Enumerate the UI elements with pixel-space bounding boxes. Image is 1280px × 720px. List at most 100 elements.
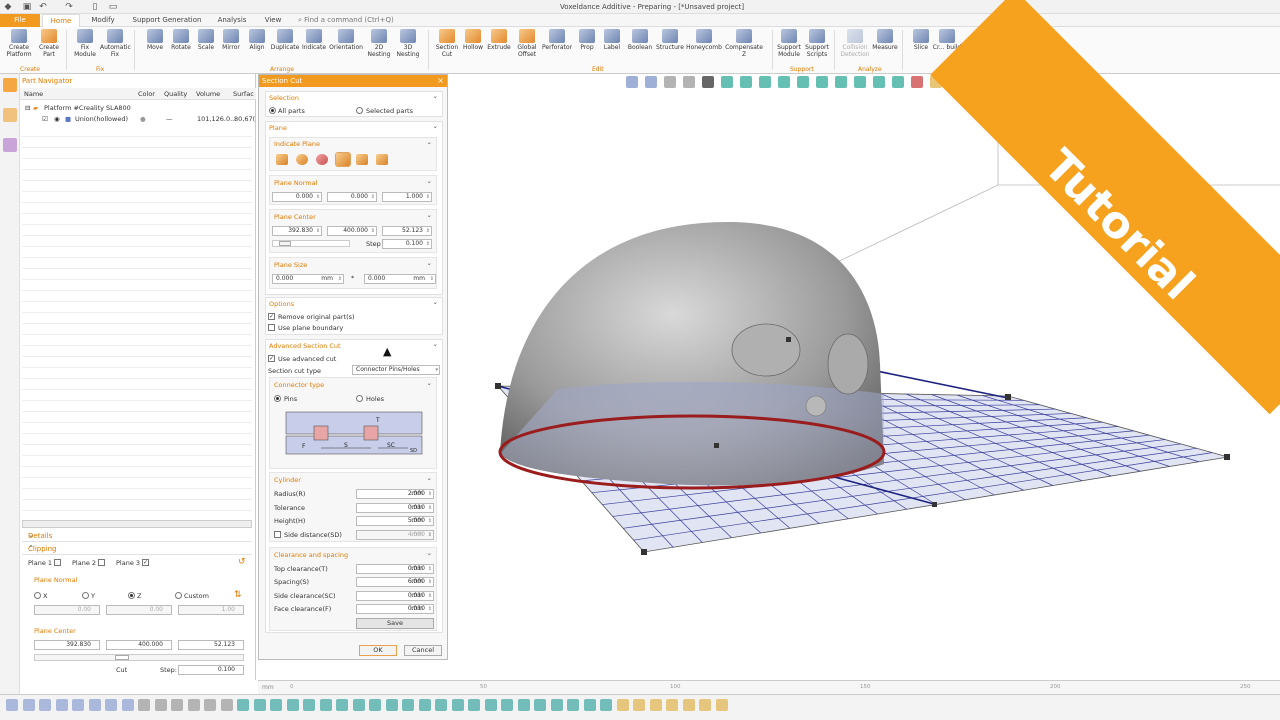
toolbar-icon[interactable] [418,699,431,711]
spinner-icon[interactable]: ⇕ [426,227,430,235]
spinner-icon[interactable]: ⇕ [426,240,430,248]
reset-icon[interactable]: ↺ [238,557,246,567]
normal-z-input[interactable]: 1.000 ⇕ [382,192,432,202]
center-z-input[interactable]: 52.123 ⇕ [382,226,432,236]
chevron-down-icon[interactable]: ⌄ [433,340,438,348]
side-distance-checkbox[interactable] [274,531,281,538]
chevron-down-icon[interactable]: ⌄ [433,298,438,306]
holes-radio[interactable] [356,395,363,402]
toolbar-icon[interactable] [303,699,315,711]
view-tool-icon[interactable] [797,76,809,88]
horizontal-scrollbar[interactable] [22,520,252,528]
new-file-icon[interactable]: ▯ [90,2,100,12]
plane-handle[interactable] [641,549,647,555]
create-platform-button[interactable]: Create Platform [4,29,34,58]
spinner-icon[interactable]: ⇕ [430,275,434,283]
view-tool-icon[interactable] [816,76,828,88]
step-field[interactable]: 0.100 [178,665,244,675]
label-button[interactable]: Label [597,29,627,51]
align-button[interactable]: Align [242,29,272,51]
toolbar-icon[interactable] [600,699,612,711]
pins-radio[interactable] [274,395,281,402]
normal-y-input[interactable]: 0.000 ⇕ [327,192,377,202]
toolbar-icon[interactable] [699,699,711,711]
slider-thumb[interactable] [279,241,291,246]
center-x-field[interactable]: 392.830 [34,640,100,650]
plane-handle[interactable] [714,443,719,448]
spinner-icon[interactable]: ⇕ [428,578,432,586]
open-folder-icon[interactable]: ▭ [108,2,118,12]
spinner-icon[interactable]: ⇕ [428,504,432,512]
side-distance-input[interactable]: 4.000 mm ⇕ [356,530,434,540]
toolbar-icon[interactable] [121,699,134,711]
command-search[interactable]: ⌕ Find a command (Ctrl+Q) [298,15,418,26]
perforator-button[interactable]: Perforator [541,29,573,51]
plane-handle[interactable] [1224,454,1230,460]
use-advanced-cut-checkbox[interactable]: ✓ [268,355,275,362]
create-part-button[interactable]: Create Part [34,29,64,58]
view-tool-icon[interactable] [778,76,790,88]
honeycomb-button[interactable]: Honeycomb [686,29,722,51]
tab-file[interactable]: File [0,14,40,27]
toolbar-icon[interactable] [319,699,332,711]
toolbar-icon[interactable] [72,699,84,711]
normal-z-field[interactable]: 1.00 [178,605,244,615]
tolerance-input[interactable]: 0.010 mm ⇕ [356,503,434,513]
face-clearance-input[interactable]: 0.010 mm ⇕ [356,604,434,614]
toolbar-icon[interactable] [39,699,51,711]
toolbar-icon[interactable] [88,699,101,711]
spinner-icon[interactable]: ⇕ [426,193,430,201]
view-tool-icon[interactable] [930,76,942,88]
close-icon[interactable]: × [437,75,444,87]
boolean-button[interactable]: Boolean [625,29,655,51]
create-build-button[interactable]: Cr... build [932,29,962,51]
tree-row-platform[interactable]: ⊟ ▰ Platform #Creality SLA800 [20,102,256,113]
height-input[interactable]: 5.000 mm ⇕ [356,516,434,526]
toolbar-icon[interactable] [352,699,365,711]
spinner-icon[interactable]: ⇕ [428,531,432,539]
spinner-icon[interactable]: ⇕ [316,193,320,201]
view-tool-icon[interactable] [702,76,714,88]
center-slider[interactable] [272,240,350,247]
measure-button[interactable]: Measure [870,29,900,51]
column-name[interactable]: Name [24,90,43,98]
clipping-section[interactable]: Clipping ⌃ [22,543,252,555]
spinner-icon[interactable]: ⇕ [428,592,432,600]
toolbar-icon[interactable] [616,699,629,711]
save-icon[interactable]: ▣ [22,2,32,12]
automatic-fix-button[interactable]: Automatic Fix [100,29,131,58]
tab-plane-1[interactable]: Plane 1 [28,559,52,567]
toolbar-icon[interactable] [105,699,117,711]
extrude-button[interactable]: Extrude [484,29,514,51]
view-tool-icon[interactable] [740,76,752,88]
toolbar-icon[interactable] [187,699,200,711]
tab-plane-3[interactable]: Plane 3 [116,559,140,567]
chevron-down-icon[interactable]: ⌄ [433,122,438,130]
normal-x-input[interactable]: 0.000 ⇕ [272,192,322,202]
selected-parts-radio[interactable] [356,107,363,114]
collision-detection-button[interactable]: Collision Detection [838,29,872,58]
spacing-input[interactable]: 6.000 mm ⇕ [356,577,434,587]
support-scripts-button[interactable]: Support Scripts [802,29,832,58]
redo-icon[interactable]: ↷ [64,2,74,12]
toolbar-icon[interactable] [270,699,282,711]
top-clearance-input[interactable]: 0.010 mm ⇕ [356,564,434,574]
center-x-input[interactable]: 392.830 ⇕ [272,226,322,236]
toolbar-icon[interactable] [237,699,249,711]
toolbar-icon[interactable] [649,699,662,711]
section-cut-type-select[interactable]: Connector Pins/Holes ▾ [352,365,440,375]
view-tool-icon[interactable] [683,76,695,88]
column-surface[interactable]: Surfac [233,90,254,98]
step-input[interactable]: 0.100 ⇕ [382,239,432,249]
toolbar-icon[interactable] [550,699,563,711]
ok-button[interactable]: OK [359,645,397,656]
slider-thumb[interactable] [115,655,129,660]
3d-viewport[interactable] [448,74,1280,680]
toolbar-icon[interactable] [402,699,414,711]
view-tool-icon[interactable] [664,76,676,88]
2d-nesting-button[interactable]: 2D Nesting [364,29,394,58]
plane-face-icon[interactable] [356,154,368,165]
toolbar-icon[interactable] [567,699,579,711]
toolbar-icon[interactable] [22,699,35,711]
spinner-icon[interactable]: ⇕ [338,275,342,283]
